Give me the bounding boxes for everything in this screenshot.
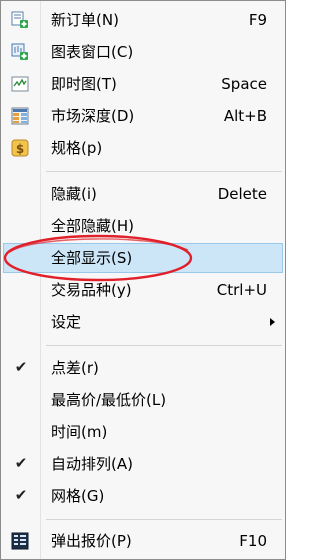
chart-window-icon xyxy=(11,43,29,61)
shortcut-label: Space xyxy=(221,75,267,93)
menu-item-label: 全部显示(S) xyxy=(51,249,133,267)
submenu-arrow-icon xyxy=(270,318,275,326)
menu-separator xyxy=(46,345,282,346)
checkmark-icon: ✔ xyxy=(14,358,28,376)
menu-item-new-order[interactable]: 新订单(N) F9 xyxy=(3,5,283,35)
menu-item-specification[interactable]: $ 规格(p) xyxy=(3,133,283,163)
menu-item-label: 自动排列(A) xyxy=(51,455,133,473)
menu-item-grid[interactable]: ✔ 网格(G) xyxy=(3,481,283,511)
menu-item-label: 交易品种(y) xyxy=(51,281,132,299)
context-menu: 新订单(N) F9 图表窗口(C) 即时图(T) Space 市场深度(D) A… xyxy=(0,0,286,560)
menu-item-label: 设定 xyxy=(51,313,82,331)
menu-item-hide-all[interactable]: 全部隐藏(H) xyxy=(3,211,283,241)
menu-item-time[interactable]: 时间(m) xyxy=(3,417,283,447)
menu-item-symbols[interactable]: 交易品种(y) Ctrl+U xyxy=(3,275,283,305)
menu-item-label: 规格(p) xyxy=(51,139,103,157)
menu-item-show-all[interactable]: 全部显示(S) xyxy=(3,243,283,273)
checkmark-icon: ✔ xyxy=(14,486,28,504)
shortcut-label: Delete xyxy=(217,185,267,203)
menu-item-label: 点差(r) xyxy=(51,359,99,377)
menu-item-popup-prices[interactable]: 弹出报价(P) F10 xyxy=(3,526,283,556)
tick-chart-icon xyxy=(11,75,29,93)
menu-item-label: 图表窗口(C) xyxy=(51,43,134,61)
checkmark-icon: ✔ xyxy=(14,454,28,472)
menu-separator xyxy=(46,519,282,520)
menu-item-label: 市场深度(D) xyxy=(51,107,135,125)
svg-text:$: $ xyxy=(16,142,24,156)
menu-item-hide[interactable]: 隐藏(i) Delete xyxy=(3,179,283,209)
menu-item-label: 时间(m) xyxy=(51,423,108,441)
menu-item-label: 最高价/最低价(L) xyxy=(51,391,167,409)
shortcut-label: Alt+B xyxy=(223,107,267,125)
popup-prices-icon xyxy=(11,532,29,550)
menu-item-label: 弹出报价(P) xyxy=(51,532,132,550)
menu-item-label: 新订单(N) xyxy=(51,11,119,29)
specification-icon: $ xyxy=(11,139,29,157)
shortcut-label: F9 xyxy=(248,11,267,29)
menu-item-chart-window[interactable]: 图表窗口(C) xyxy=(3,37,283,67)
menu-item-auto-arrange[interactable]: ✔ 自动排列(A) xyxy=(3,449,283,479)
shortcut-label: F10 xyxy=(239,532,267,550)
menu-separator xyxy=(46,171,282,172)
shortcut-label: Ctrl+U xyxy=(216,281,267,299)
menu-item-label: 全部隐藏(H) xyxy=(51,217,134,235)
menu-item-label: 隐藏(i) xyxy=(51,185,97,203)
menu-item-market-depth[interactable]: 市场深度(D) Alt+B xyxy=(3,101,283,131)
menu-item-high-low[interactable]: 最高价/最低价(L) xyxy=(3,385,283,415)
market-depth-icon xyxy=(11,107,29,125)
menu-item-sets[interactable]: 设定 xyxy=(3,307,283,337)
new-order-icon xyxy=(11,11,29,29)
menu-item-label: 即时图(T) xyxy=(51,75,117,93)
menu-item-spread[interactable]: ✔ 点差(r) xyxy=(3,353,283,383)
menu-item-tick-chart[interactable]: 即时图(T) Space xyxy=(3,69,283,99)
menu-item-label: 网格(G) xyxy=(51,487,105,505)
